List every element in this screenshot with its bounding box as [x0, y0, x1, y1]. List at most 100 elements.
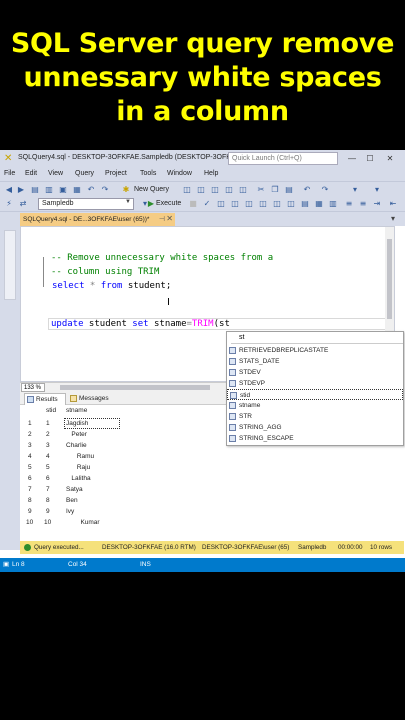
new-query-icon[interactable]: ✱	[120, 184, 132, 195]
forward-icon[interactable]: ▶	[16, 184, 26, 195]
live-stats-icon[interactable]: ◫	[272, 198, 282, 209]
table-row[interactable]: 5 5 Raju	[20, 462, 120, 473]
completion-item[interactable]: STR	[227, 411, 403, 422]
menu-window[interactable]: Window	[167, 170, 192, 177]
toolbar-options-icon[interactable]: ▾	[372, 184, 382, 195]
results-to-grid-icon[interactable]: ▦	[314, 198, 324, 209]
completion-item[interactable]: STDEVP	[227, 378, 403, 389]
close-tab-icon[interactable]: ✕	[166, 214, 173, 223]
column-header-stid[interactable]: stid	[46, 407, 56, 417]
estimated-plan-icon[interactable]: ◫	[216, 198, 226, 209]
cell-stname[interactable]: Kumar	[66, 517, 99, 528]
tab-results[interactable]: Results	[24, 393, 66, 405]
save-icon[interactable]: ▣	[58, 184, 68, 195]
table-row[interactable]: 3 3 Charlie	[20, 440, 120, 451]
column-header-stname[interactable]: stname	[66, 407, 87, 417]
execute-icon[interactable]: ▶	[146, 198, 156, 209]
cut-icon[interactable]: ✂	[256, 184, 266, 195]
table-row[interactable]: 1 1 Jagdish	[20, 418, 120, 429]
new-file-icon[interactable]: ▤	[30, 184, 40, 195]
execute-button[interactable]: Execute	[156, 198, 181, 209]
results-to-file-icon[interactable]: ▥	[328, 198, 338, 209]
table-row[interactable]: 10 10 Kumar	[20, 517, 120, 528]
menu-help[interactable]: Help	[204, 170, 218, 177]
table-row[interactable]: 9 9 Ivy	[20, 506, 120, 517]
redo-icon[interactable]: ↷	[100, 184, 110, 195]
menu-edit[interactable]: Edit	[25, 170, 37, 177]
cell-stname[interactable]: Ramu	[66, 451, 94, 462]
open-icon[interactable]: ▥	[44, 184, 54, 195]
table-row[interactable]: 7 7 Satya	[20, 484, 120, 495]
cell-stname[interactable]: Raju	[66, 462, 90, 473]
maximize-icon[interactable]: ☐	[362, 152, 378, 165]
cell-stname[interactable]: Satya	[66, 484, 83, 495]
cell-stid[interactable]: 7	[46, 484, 50, 495]
cell-stname[interactable]: Ivy	[66, 506, 74, 517]
results-to-text-icon[interactable]: ▤	[300, 198, 310, 209]
menu-query[interactable]: Query	[75, 170, 94, 177]
cell-stid[interactable]: 3	[46, 440, 50, 451]
undo2-icon[interactable]: ↶	[302, 184, 312, 195]
completion-item-selected[interactable]: stid	[227, 389, 403, 400]
cell-stid[interactable]: 5	[46, 462, 50, 473]
table-row[interactable]: 2 2 Peter	[20, 429, 120, 440]
tab-dropdown-icon[interactable]: ▾	[388, 213, 398, 224]
paste-icon[interactable]: ▤	[284, 184, 294, 195]
change-connection-icon[interactable]: ⇄	[18, 198, 28, 209]
completion-item[interactable]: STRING_AGG	[227, 422, 403, 433]
parse-icon[interactable]: ✓	[202, 198, 212, 209]
cell-stid[interactable]: 2	[46, 429, 50, 440]
save-all-icon[interactable]: ▦	[72, 184, 82, 195]
menu-project[interactable]: Project	[105, 170, 127, 177]
comment-icon[interactable]: ≡	[344, 198, 354, 209]
menu-view[interactable]: View	[48, 170, 63, 177]
completion-item[interactable]: RETRIEVEDBREPLICASTATE	[227, 345, 403, 356]
table-row[interactable]: 6 6 Lalitha	[20, 473, 120, 484]
cell-stid[interactable]: 9	[46, 506, 50, 517]
menu-tools[interactable]: Tools	[140, 170, 156, 177]
connect-icon[interactable]: ⚡	[4, 198, 14, 209]
tab-sqlquery4[interactable]: SQLQuery4.sql - DE...3OFKFAE\user (65))*…	[20, 213, 175, 226]
uncomment-icon[interactable]: ≡	[358, 198, 368, 209]
cell-stid[interactable]: 6	[46, 473, 50, 484]
pin-icon[interactable]: ⊣	[159, 215, 165, 223]
minimize-icon[interactable]: —	[344, 152, 360, 165]
cell-stname[interactable]: Lalitha	[66, 473, 90, 484]
completion-item[interactable]: STRING_ESCAPE	[227, 433, 403, 444]
dax-icon[interactable]: ◫	[238, 184, 248, 195]
undo-icon[interactable]: ↶	[86, 184, 96, 195]
query-options-icon[interactable]: ◫	[230, 198, 240, 209]
client-stats-icon[interactable]: ◫	[286, 198, 296, 209]
new-query-button[interactable]: New Query	[134, 184, 169, 195]
debug-target-icon[interactable]: ▾	[350, 184, 360, 195]
actual-plan-icon[interactable]: ◫	[258, 198, 268, 209]
copy-icon[interactable]: ❐	[270, 184, 280, 195]
editor-scroll-thumb[interactable]	[387, 239, 392, 319]
zoom-level-dropdown[interactable]: 133 %	[21, 383, 45, 392]
cell-stname[interactable]: Ben	[66, 495, 78, 506]
cell-stname[interactable]: Jagdish	[66, 418, 88, 429]
redo2-icon[interactable]: ↷	[320, 184, 330, 195]
object-explorer-tab[interactable]	[4, 230, 16, 300]
completion-item[interactable]: stname	[227, 400, 403, 411]
table-row[interactable]: 8 8 Ben	[20, 495, 120, 506]
cell-stid[interactable]: 1	[46, 418, 50, 429]
completion-item[interactable]: STATS_DATE	[227, 356, 403, 367]
intellisense-icon[interactable]: ◫	[244, 198, 254, 209]
back-icon[interactable]: ◀	[4, 184, 14, 195]
outdent-icon[interactable]: ⇤	[388, 198, 398, 209]
xmla-icon[interactable]: ◫	[224, 184, 234, 195]
menu-file[interactable]: File	[4, 170, 15, 177]
cell-stid[interactable]: 8	[46, 495, 50, 506]
cell-stid[interactable]: 10	[44, 517, 51, 528]
table-row[interactable]: 4 4 Ramu	[20, 451, 120, 462]
cell-stname[interactable]: Charlie	[66, 440, 87, 451]
tab-messages[interactable]: Messages	[68, 393, 120, 405]
dmx-icon[interactable]: ◫	[210, 184, 220, 195]
editor-horizontal-scroll-thumb[interactable]	[60, 385, 210, 390]
stop-icon[interactable]: ■	[188, 198, 198, 209]
close-icon[interactable]: ✕	[382, 152, 398, 165]
db-query-icon[interactable]: ◫	[182, 184, 192, 195]
database-dropdown[interactable]: Sampledb ▼	[38, 198, 134, 210]
cell-stid[interactable]: 4	[46, 451, 50, 462]
